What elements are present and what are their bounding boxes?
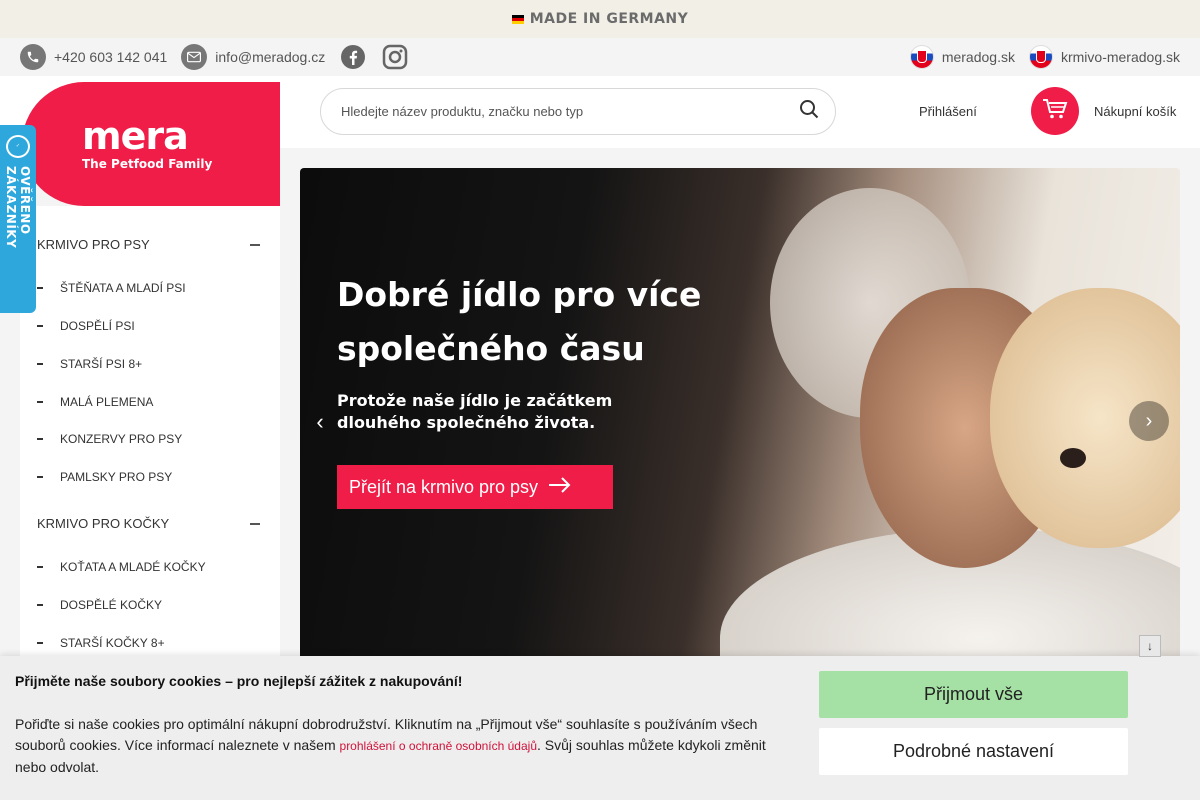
cart-label[interactable]: Nákupní košík — [1094, 104, 1176, 119]
search-icon[interactable] — [799, 99, 819, 124]
cart-icon — [1042, 98, 1068, 125]
carousel-prev-icon[interactable]: ‹ — [300, 402, 340, 442]
sidebar-item-label: PAMLSKY PRO PSY — [60, 470, 173, 484]
banner-cta-label: Přejít na krmivo pro psy — [349, 476, 539, 497]
dash-icon — [37, 287, 43, 289]
badge-text: OVĚŘENO ZÁKAZNÍKY — [4, 165, 32, 249]
dash-icon — [37, 401, 43, 403]
slovakia-flag-icon — [1028, 45, 1053, 69]
mera-logo[interactable]: mera The Petfood Family — [22, 82, 280, 206]
sidebar-item-label: DOSPĚLÉ KOČKY — [60, 598, 163, 612]
dash-icon — [37, 566, 43, 568]
hero-banner[interactable]: Dobré jídlo pro více společného času Pro… — [300, 168, 1180, 688]
collapse-minus-icon[interactable] — [250, 244, 260, 246]
verified-customers-badge[interactable]: ✓ OVĚŘENO ZÁKAZNÍKY — [0, 125, 36, 313]
facebook-icon[interactable] — [339, 43, 367, 71]
verified-seal-icon: ✓ — [6, 135, 30, 158]
cookie-consent-bar: Přijměte naše soubory cookies – pro nejl… — [0, 656, 1200, 800]
contact-bar: +420 603 142 041 info@meradog.cz meradog… — [0, 38, 1200, 76]
dash-icon — [37, 604, 43, 606]
cart-button[interactable] — [1031, 87, 1079, 135]
logo-wordmark: mera — [82, 114, 189, 158]
logo-tagline: The Petfood Family — [82, 157, 213, 171]
sk-link-label: meradog.sk — [941, 49, 1015, 65]
dash-icon — [37, 642, 43, 644]
sidebar-item[interactable]: DOSPĚLÉ KOČKY — [37, 598, 162, 612]
slovakia-flag-icon — [909, 45, 934, 69]
privacy-policy-link[interactable]: prohlášení o ochraně osobních údajů — [340, 739, 537, 753]
cookie-title: Přijměte naše soubory cookies – pro nejl… — [15, 673, 463, 689]
phone-number: +420 603 142 041 — [54, 49, 168, 65]
sidebar-item-label: STARŠÍ PSI 8+ — [60, 357, 143, 371]
carousel-next-icon[interactable]: › — [1129, 401, 1169, 441]
dash-icon — [37, 476, 43, 478]
made-in-germany: MADE IN GERMANY — [511, 11, 689, 27]
sidebar-item-label: ŠTĚŇATA A MLADÍ PSI — [60, 281, 186, 295]
detailed-settings-button[interactable]: Podrobné nastavení — [819, 728, 1128, 775]
search-input[interactable] — [341, 104, 799, 119]
dash-icon — [37, 363, 43, 365]
login-link[interactable]: Přihlášení — [919, 104, 977, 119]
scroll-down-icon[interactable]: ↓ — [1139, 635, 1161, 657]
sidebar-item-label: STARŠÍ KOČKY 8+ — [60, 636, 165, 650]
accept-all-button[interactable]: Přijmout vše — [819, 671, 1128, 718]
instagram-icon[interactable] — [381, 43, 409, 71]
phone-icon — [20, 44, 46, 70]
sidebar-category-cats[interactable]: KRMIVO PRO KOČKY — [37, 516, 169, 531]
krmivo-meradog-sk-link[interactable]: krmivo-meradog.sk — [1028, 45, 1180, 69]
dash-icon — [37, 325, 43, 327]
email-address: info@meradog.cz — [215, 49, 326, 65]
sidebar-item[interactable]: STARŠÍ KOČKY 8+ — [37, 636, 165, 650]
search-bar — [320, 88, 836, 135]
cookie-text: Pořiďte si naše cookies pro optimální ná… — [15, 714, 795, 778]
banner-cta-button[interactable]: Přejít na krmivo pro psy — [337, 465, 613, 509]
banner-subtext: Protože naše jídlo je začátkem dlouhého … — [337, 391, 613, 432]
arrow-right-icon — [548, 476, 572, 498]
dash-icon — [37, 438, 43, 440]
sidebar-item[interactable]: PAMLSKY PRO PSY — [37, 470, 172, 484]
sidebar-item[interactable]: MALÁ PLEMENA — [37, 395, 153, 409]
collapse-minus-icon[interactable] — [250, 523, 260, 525]
top-bar: MADE IN GERMANY — [0, 0, 1200, 38]
sidebar-item-label: KONZERVY PRO PSY — [60, 432, 183, 446]
envelope-icon — [181, 44, 208, 70]
sidebar-item-label: MALÁ PLEMENA — [60, 395, 154, 409]
banner-headline: Dobré jídlo pro více společného času — [337, 275, 702, 368]
email-link[interactable]: info@meradog.cz — [181, 44, 325, 70]
germany-flag-icon — [511, 14, 524, 24]
sidebar-item[interactable]: KOŤATA A MLADÉ KOČKY — [37, 560, 206, 574]
sk-links: meradog.sk krmivo-meradog.sk — [909, 45, 1180, 69]
sidebar-item-label: DOSPĚLÍ PSI — [60, 319, 135, 333]
sidebar-item[interactable]: ŠTĚŇATA A MLADÍ PSI — [37, 281, 186, 295]
banner-photo-dog-nose — [1060, 448, 1086, 468]
sidebar-item[interactable]: DOSPĚLÍ PSI — [37, 319, 135, 333]
phone-link[interactable]: +420 603 142 041 — [20, 44, 167, 70]
sk-link-label: krmivo-meradog.sk — [1060, 49, 1180, 65]
sidebar-category-dogs[interactable]: KRMIVO PRO PSY — [37, 237, 150, 252]
sidebar-item[interactable]: KONZERVY PRO PSY — [37, 432, 182, 446]
made-in-label: MADE IN GERMANY — [529, 11, 689, 27]
meradog-sk-link[interactable]: meradog.sk — [909, 45, 1015, 69]
sidebar-item[interactable]: STARŠÍ PSI 8+ — [37, 357, 142, 371]
sidebar-item-label: KOŤATA A MLADÉ KOČKY — [60, 560, 206, 574]
